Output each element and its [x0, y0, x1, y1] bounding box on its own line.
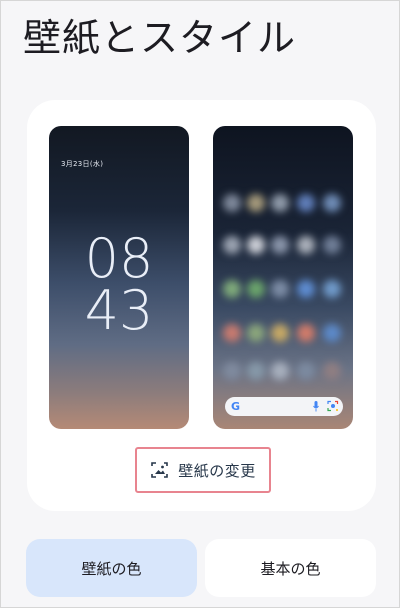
lens-icon: [327, 400, 339, 412]
home-screen-preview[interactable]: G: [213, 126, 353, 429]
mic-icon: [313, 401, 319, 412]
home-search-bar[interactable]: G: [225, 397, 343, 416]
lock-screen-minute: 43: [84, 279, 154, 342]
page-title: 壁紙とスタイル: [23, 16, 297, 60]
wallpaper-preview-card: 3月23日(水) 08 43 G 壁紙の変更: [27, 100, 376, 511]
google-logo-icon: G: [231, 400, 241, 413]
lock-screen-date: 3月23日(水): [61, 160, 104, 168]
blurred-app-grid: [219, 186, 347, 386]
image-edit-icon: [151, 462, 169, 478]
lock-screen-hour: 08: [84, 227, 154, 290]
basic-color-tab[interactable]: 基本の色: [205, 539, 376, 597]
lock-screen-preview[interactable]: 3月23日(水) 08 43: [49, 126, 189, 429]
wallpaper-color-tab[interactable]: 壁紙の色: [26, 539, 197, 597]
change-wallpaper-label: 壁紙の変更: [178, 461, 256, 480]
change-wallpaper-button[interactable]: 壁紙の変更: [135, 447, 271, 493]
